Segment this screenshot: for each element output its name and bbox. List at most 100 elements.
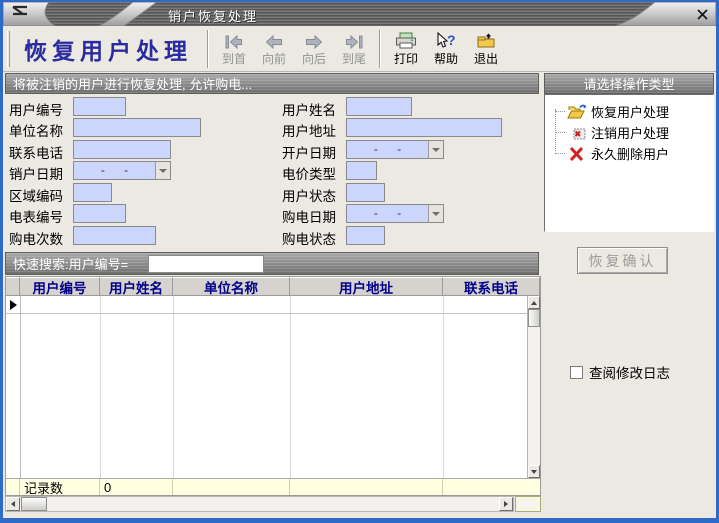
cancel-user-icon [567, 125, 587, 141]
region-code-label: 区域编码 [9, 185, 63, 205]
window: 销户恢复处理 恢复用户处理 到首 向前 向后 [3, 2, 716, 518]
last-record-button[interactable]: 到尾 [334, 29, 374, 69]
close-date-dropdown-button[interactable] [155, 162, 170, 179]
horizontal-scroll-thumb[interactable] [21, 497, 47, 511]
grid-body[interactable] [6, 296, 540, 478]
scroll-right-button[interactable] [499, 497, 513, 511]
chevron-down-icon [432, 148, 440, 152]
operation-type-list: 恢复用户处理 注销用户处理 永久删除用 [544, 94, 714, 232]
close-icon [697, 9, 708, 20]
region-code-field[interactable] [73, 183, 112, 202]
chevron-down-icon [159, 169, 167, 173]
col-company[interactable]: 单位名称 [173, 277, 290, 296]
open-date-value: - - [347, 141, 428, 158]
col-address[interactable]: 用户地址 [290, 277, 443, 296]
open-date-label: 开户日期 [282, 142, 336, 162]
meter-number-label: 电表编号 [9, 206, 63, 226]
price-type-label: 电价类型 [282, 163, 336, 183]
first-record-icon [224, 31, 244, 49]
description-banner: 将被注销的用户进行恢复处理, 允许购电... [5, 73, 539, 94]
op-restore-user-label: 恢复用户处理 [591, 102, 669, 121]
exit-icon [475, 31, 497, 49]
op-cancel-user[interactable]: 注销用户处理 [545, 122, 713, 143]
current-row-marker-icon [10, 300, 17, 310]
grid-vertical-scrollbar[interactable] [527, 296, 540, 478]
view-log-checkbox[interactable] [570, 366, 583, 379]
restore-confirm-button[interactable]: 恢复确认 [577, 247, 668, 274]
user-name-label: 用户姓名 [282, 99, 336, 119]
address-label: 用户地址 [282, 120, 336, 140]
next-record-button[interactable]: 向后 [294, 29, 334, 69]
print-label: 打印 [394, 50, 418, 67]
purchase-date-dropdown-button[interactable] [428, 205, 443, 222]
delete-user-icon [567, 146, 587, 162]
col-user-name[interactable]: 用户姓名 [100, 277, 173, 296]
toolbar-separator [379, 30, 381, 68]
first-record-button[interactable]: 到首 [214, 29, 254, 69]
title-bar: 销户恢复处理 [3, 2, 716, 26]
scroll-down-button[interactable] [528, 465, 540, 478]
page-title: 恢复用户处理 [24, 32, 192, 66]
scroll-up-button[interactable] [528, 296, 540, 309]
op-delete-user[interactable]: 永久删除用户 [545, 143, 713, 164]
restore-confirm-label: 恢复确认 [589, 251, 657, 271]
purchase-count-field[interactable] [73, 226, 156, 245]
open-date-field[interactable]: - - [346, 140, 444, 159]
grid-horizontal-scrollbar[interactable] [5, 496, 514, 512]
titlebar-decoration [3, 2, 716, 26]
record-count-value: 0 [100, 479, 173, 495]
toolbar-separator [207, 30, 209, 68]
first-record-label: 到首 [222, 50, 246, 67]
scroll-left-button[interactable] [6, 497, 20, 511]
close-date-label: 销户日期 [9, 163, 63, 183]
table-row[interactable] [6, 296, 527, 314]
price-type-field[interactable] [346, 161, 377, 180]
record-count-label: 记录数 [20, 479, 100, 495]
help-button[interactable]: ? 帮助 [426, 29, 466, 69]
company-name-field[interactable] [73, 118, 201, 137]
scrollbar-corner [515, 496, 541, 512]
ops-panel-header: 请选择操作类型 [544, 73, 714, 94]
address-field[interactable] [346, 118, 502, 137]
grid-header: 用户编号 用户姓名 单位名称 用户地址 联系电话 [6, 277, 540, 296]
col-phone[interactable]: 联系电话 [443, 277, 540, 296]
quick-search-label: 快速搜索:用户编号= [13, 254, 128, 273]
op-restore-user[interactable]: 恢复用户处理 [545, 101, 713, 122]
view-log-checkbox-row: 查阅修改日志 [570, 362, 670, 382]
close-button[interactable] [695, 7, 709, 21]
printer-icon [395, 31, 417, 49]
user-status-field[interactable] [346, 183, 385, 202]
description-text: 将被注销的用户进行恢复处理, 允许购电... [13, 74, 252, 93]
purchase-date-value: - - [347, 205, 428, 222]
exit-button[interactable]: 退出 [466, 29, 506, 69]
next-record-icon [304, 31, 324, 49]
col-user-code[interactable]: 用户编号 [20, 277, 100, 296]
close-date-value: - - [74, 162, 155, 179]
op-delete-user-label: 永久删除用户 [591, 144, 669, 163]
prev-record-icon [264, 31, 284, 49]
purchase-count-label: 购电次数 [9, 228, 63, 248]
purchase-date-field[interactable]: - - [346, 204, 444, 223]
user-code-field[interactable] [73, 97, 126, 116]
op-cancel-user-label: 注销用户处理 [591, 123, 669, 142]
quick-search-input[interactable] [148, 255, 264, 273]
triangle-up-icon [531, 301, 537, 305]
print-button[interactable]: 打印 [386, 29, 426, 69]
ops-panel-title: 请选择操作类型 [583, 74, 674, 93]
company-name-label: 单位名称 [9, 120, 63, 140]
exit-label: 退出 [474, 50, 498, 67]
vertical-scroll-thumb[interactable] [528, 309, 540, 327]
last-record-icon [344, 31, 364, 49]
close-date-field[interactable]: - - [73, 161, 171, 180]
open-date-dropdown-button[interactable] [428, 141, 443, 158]
next-record-label: 向后 [302, 50, 326, 67]
user-grid: 用户编号 用户姓名 单位名称 用户地址 联系电话 记录数 0 [5, 276, 541, 496]
phone-field[interactable] [73, 140, 171, 159]
window-title: 销户恢复处理 [168, 6, 258, 25]
prev-record-button[interactable]: 向前 [254, 29, 294, 69]
user-name-field[interactable] [346, 97, 412, 116]
meter-number-field[interactable] [73, 204, 126, 223]
toolbar-grip[interactable] [7, 31, 10, 67]
purchase-status-field[interactable] [346, 226, 385, 245]
triangle-down-icon [531, 470, 537, 474]
